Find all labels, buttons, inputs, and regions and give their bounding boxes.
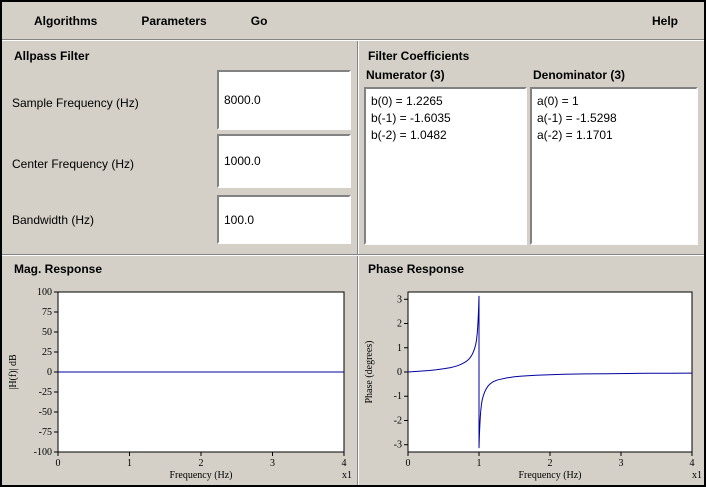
center-frequency-value: 1000.0 [224, 154, 261, 168]
numerator-heading: Numerator (3) [366, 68, 445, 82]
menu-parameters[interactable]: Parameters [137, 12, 210, 30]
svg-text:3: 3 [619, 458, 624, 469]
sample-frequency-label: Sample Frequency (Hz) [12, 96, 139, 110]
svg-text:1: 1 [127, 458, 132, 469]
coefficients-panel-title: Filter Coefficients [368, 49, 470, 63]
denominator-heading: Denominator (3) [533, 68, 626, 82]
center-frequency-entry[interactable]: 1000.0 [217, 134, 351, 188]
coefficient-line: a(-1) = -1.5298 [537, 111, 617, 125]
svg-text:2: 2 [397, 319, 402, 330]
bandwidth-label: Bandwidth (Hz) [12, 213, 95, 227]
svg-text:x1: x1 [342, 470, 352, 481]
svg-text:3: 3 [270, 458, 275, 469]
coefficient-line: b(-1) = -1.6035 [371, 111, 451, 125]
horizontal-panel-separator [2, 254, 704, 256]
sample-frequency-value: 8000.0 [224, 93, 261, 107]
bandwidth-entry[interactable]: 100.0 [217, 195, 351, 244]
svg-text:0: 0 [47, 367, 52, 378]
coefficient-line: a(0) = 1 [537, 94, 579, 108]
svg-text:100: 100 [37, 287, 52, 298]
svg-text:-75: -75 [39, 427, 52, 438]
svg-text:1: 1 [397, 343, 402, 354]
center-frequency-label: Center Frequency (Hz) [12, 157, 135, 171]
svg-text:Phase (degrees): Phase (degrees) [364, 340, 375, 403]
coefficient-line: a(-2) = 1.1701 [537, 128, 613, 142]
menubar: Algorithms Parameters Go Help [2, 2, 704, 39]
svg-text:25: 25 [42, 347, 52, 358]
svg-text:1: 1 [477, 458, 482, 469]
phase-response-title: Phase Response [368, 262, 465, 276]
coefficient-line: b(-2) = 1.0482 [371, 128, 447, 142]
svg-text:3: 3 [397, 294, 402, 305]
phase-response-chart: 0 1 2 3 4 -3 -2 -1 0 1 2 3 Frequency (Hz) x1 Phase (de… [364, 291, 702, 481]
svg-text:2: 2 [199, 458, 204, 469]
sample-frequency-entry[interactable]: 8000.0 [217, 70, 351, 130]
svg-text:4: 4 [342, 458, 347, 469]
menubar-separator [2, 39, 704, 41]
svg-text:-25: -25 [39, 387, 52, 398]
svg-text:0: 0 [406, 458, 411, 469]
svg-text:0: 0 [397, 367, 402, 378]
svg-text:0: 0 [56, 458, 61, 469]
svg-text:50: 50 [42, 327, 52, 338]
svg-text:x1: x1 [692, 470, 702, 481]
svg-text:-2: -2 [394, 415, 402, 426]
svg-text:-1: -1 [394, 391, 402, 402]
allpass-panel-title: Allpass Filter [14, 49, 90, 63]
bandwidth-value: 100.0 [224, 212, 255, 227]
numerator-listbox[interactable]: b(0) = 1.2265 b(-1) = -1.6035 b(-2) = 1.… [364, 87, 527, 245]
svg-text:2: 2 [548, 458, 553, 469]
vertical-panel-separator-bottom [357, 256, 359, 485]
coefficient-line: b(0) = 1.2265 [371, 94, 443, 108]
denominator-listbox[interactable]: a(0) = 1 a(-1) = -1.5298 a(-2) = 1.1701 [530, 87, 698, 245]
svg-text:-100: -100 [34, 447, 52, 458]
svg-text:Frequency (Hz): Frequency (Hz) [518, 470, 581, 481]
menu-help[interactable]: Help [648, 12, 682, 30]
vertical-panel-separator-top [357, 41, 359, 254]
svg-text:75: 75 [42, 307, 52, 318]
svg-text:Frequency (Hz): Frequency (Hz) [169, 470, 232, 481]
svg-text:4: 4 [690, 458, 695, 469]
menu-algorithms[interactable]: Algorithms [30, 12, 101, 30]
svg-text:-50: -50 [39, 407, 52, 418]
svg-text:|H(f)| dB: |H(f)| dB [8, 354, 19, 390]
mag-response-chart: 0 1 2 3 4 -100 -75 -50 -25 0 25 50 75 100 Frequency (H… [8, 287, 352, 481]
mag-response-title: Mag. Response [14, 262, 103, 276]
menu-go[interactable]: Go [247, 12, 272, 30]
svg-text:-3: -3 [394, 440, 402, 451]
filter-designer-window: Algorithms Parameters Go Help Allpass Fi… [0, 0, 706, 487]
